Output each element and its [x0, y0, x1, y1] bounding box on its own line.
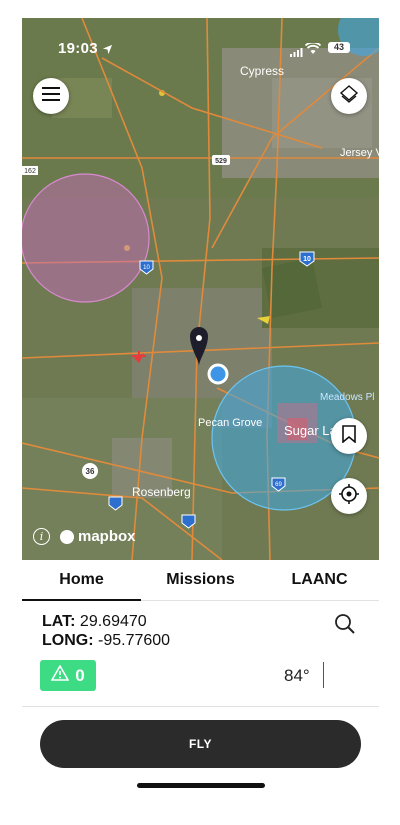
battery-indicator: 43 [328, 42, 350, 53]
advisories-count: 0 [75, 665, 85, 685]
menu-button[interactable] [33, 78, 69, 114]
tab-home[interactable]: Home [22, 560, 141, 601]
advisories-badge[interactable]: 0 [40, 660, 96, 691]
latitude-value: 29.69470 [79, 613, 147, 630]
road-shield-label: 10 [303, 256, 311, 263]
map-view[interactable]: 529 10 10 36 69 162 Cypress Jersey V Pec… [22, 18, 379, 560]
map-label-cypress: Cypress [240, 64, 284, 78]
map-label-jersey-village: Jersey V [340, 147, 379, 159]
fly-button[interactable]: FLY [40, 720, 361, 768]
search-icon [334, 614, 356, 639]
layers-icon [339, 84, 359, 109]
cellular-signal-icon [290, 44, 303, 62]
search-button[interactable] [334, 613, 356, 640]
recenter-location-button[interactable] [331, 478, 367, 514]
warning-triangle-icon [50, 664, 70, 686]
bottom-tab-bar: Home Missions LAANC [22, 560, 379, 601]
road-shield-label: 529 [215, 158, 227, 165]
temperature-divider [323, 662, 324, 688]
mapbox-attribution: mapbox [60, 528, 136, 545]
temperature-value: 84° [284, 666, 310, 685]
longitude-value: -95.77600 [98, 632, 171, 649]
mapbox-logo-icon [60, 529, 74, 544]
section-divider [22, 706, 379, 707]
road-shield-label: 162 [24, 168, 36, 175]
home-indicator [137, 783, 265, 788]
hamburger-icon [42, 86, 60, 106]
crosshair-icon [338, 483, 360, 510]
bookmark-icon [342, 424, 356, 448]
map-label-meadows-place: Meadows Pl [320, 392, 374, 403]
wifi-icon [304, 41, 322, 60]
road-shield-label: 36 [86, 467, 95, 476]
location-arrow-icon [102, 42, 113, 60]
satellite-map[interactable]: 529 10 10 36 69 162 Cypress Jersey V Pec… [22, 18, 379, 560]
map-info-icon[interactable]: i [33, 528, 50, 545]
latitude-row: LAT: 29.69470 [42, 612, 170, 631]
tab-missions[interactable]: Missions [141, 560, 260, 600]
status-time: 19:03 [58, 40, 98, 57]
map-label-pecan-grove: Pecan Grove [198, 417, 262, 429]
bookmark-button[interactable] [331, 418, 367, 454]
road-shield-label: 69 [275, 482, 282, 488]
road-shield-label: 10 [143, 265, 150, 271]
map-layers-button[interactable] [331, 78, 367, 114]
map-label-rosenberg: Rosenberg [132, 485, 191, 499]
coordinates-readout: LAT: 29.69470 LONG: -95.77600 [42, 612, 170, 650]
status-bar: 19:03 43 [22, 18, 379, 62]
latitude-label: LAT: [42, 613, 76, 630]
longitude-row: LONG: -95.77600 [42, 631, 170, 650]
mapbox-label: mapbox [78, 528, 136, 545]
app-screen: 529 10 10 36 69 162 Cypress Jersey V Pec… [22, 18, 379, 808]
tab-laanc[interactable]: LAANC [260, 560, 379, 600]
longitude-label: LONG: [42, 632, 94, 649]
map-label-sugar-land: Sugar La [284, 423, 338, 438]
